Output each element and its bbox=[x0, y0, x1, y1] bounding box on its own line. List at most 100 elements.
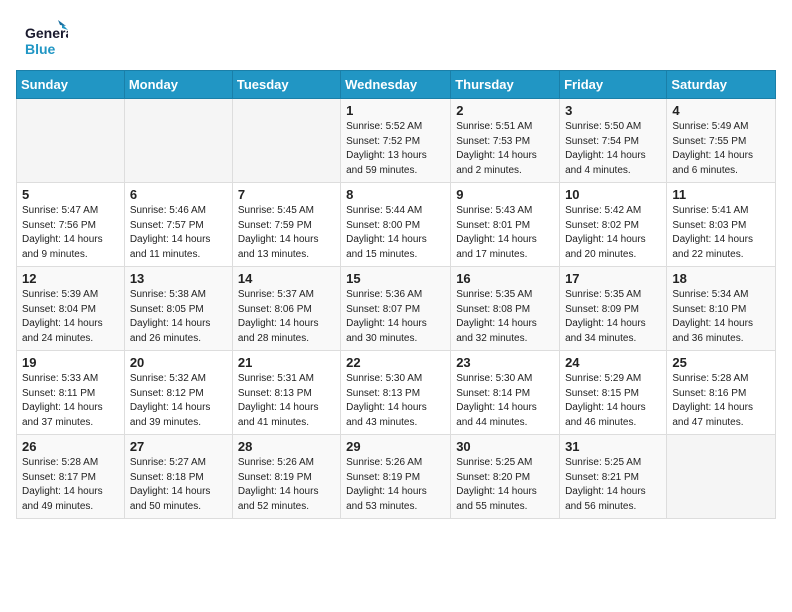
calendar-cell: 15 Sunrise: 5:36 AM Sunset: 8:07 PM Dayli… bbox=[341, 267, 451, 351]
day-info: Sunrise: 5:35 AM Sunset: 8:08 PM Dayligh… bbox=[456, 288, 554, 346]
weekday-header-saturday: Saturday bbox=[667, 71, 776, 99]
day-number: 26 bbox=[22, 439, 119, 454]
day-info: Sunrise: 5:41 AM Sunset: 8:03 PM Dayligh… bbox=[672, 204, 770, 262]
day-info: Sunrise: 5:49 AM Sunset: 7:55 PM Dayligh… bbox=[672, 120, 770, 178]
svg-text:Blue: Blue bbox=[25, 41, 56, 57]
day-number: 27 bbox=[130, 439, 227, 454]
calendar-cell: 31 Sunrise: 5:25 AM Sunset: 8:21 PM Dayli… bbox=[560, 435, 667, 519]
day-number: 8 bbox=[346, 187, 445, 202]
day-info: Sunrise: 5:29 AM Sunset: 8:15 PM Dayligh… bbox=[565, 372, 661, 430]
day-number: 22 bbox=[346, 355, 445, 370]
day-info: Sunrise: 5:31 AM Sunset: 8:13 PM Dayligh… bbox=[238, 372, 335, 430]
weekday-header-tuesday: Tuesday bbox=[232, 71, 340, 99]
calendar-cell: 20Sunrise: 5:32 AM Sunset: 8:12 PM Dayli… bbox=[124, 351, 232, 435]
day-number: 6 bbox=[130, 187, 227, 202]
day-info: Sunrise: 5:52 AM Sunset: 7:52 PM Dayligh… bbox=[346, 120, 445, 178]
day-number: 11 bbox=[672, 187, 770, 202]
day-number: 31 bbox=[565, 439, 661, 454]
day-number: 25 bbox=[672, 355, 770, 370]
day-info: Sunrise: 5:42 AM Sunset: 8:02 PM Dayligh… bbox=[565, 204, 661, 262]
calendar-cell: 5 Sunrise: 5:47 AM Sunset: 7:56 PM Daylig… bbox=[17, 183, 125, 267]
day-number: 18 bbox=[672, 271, 770, 286]
day-info: Sunrise: 5:25 AM Sunset: 8:20 PM Dayligh… bbox=[456, 456, 554, 514]
calendar-cell: 18 Sunrise: 5:34 AM Sunset: 8:10 PM Dayli… bbox=[667, 267, 776, 351]
day-info: Sunrise: 5:38 AM Sunset: 8:05 PM Dayligh… bbox=[130, 288, 227, 346]
calendar-week-row: 5 Sunrise: 5:47 AM Sunset: 7:56 PM Daylig… bbox=[17, 183, 776, 267]
calendar-cell: 30Sunrise: 5:25 AM Sunset: 8:20 PM Dayli… bbox=[451, 435, 560, 519]
logo-svg: General Blue bbox=[24, 18, 68, 62]
calendar-cell: 11 Sunrise: 5:41 AM Sunset: 8:03 PM Dayli… bbox=[667, 183, 776, 267]
calendar-cell: 12Sunrise: 5:39 AM Sunset: 8:04 PM Dayli… bbox=[17, 267, 125, 351]
day-info: Sunrise: 5:50 AM Sunset: 7:54 PM Dayligh… bbox=[565, 120, 661, 178]
calendar-cell: 4 Sunrise: 5:49 AM Sunset: 7:55 PM Daylig… bbox=[667, 99, 776, 183]
logo: General Blue bbox=[24, 18, 68, 62]
day-number: 15 bbox=[346, 271, 445, 286]
calendar-cell: 9Sunrise: 5:43 AM Sunset: 8:01 PM Daylig… bbox=[451, 183, 560, 267]
day-info: Sunrise: 5:45 AM Sunset: 7:59 PM Dayligh… bbox=[238, 204, 335, 262]
calendar-cell: 23 Sunrise: 5:30 AM Sunset: 8:14 PM Dayli… bbox=[451, 351, 560, 435]
page-header: General Blue bbox=[0, 0, 792, 70]
day-number: 5 bbox=[22, 187, 119, 202]
day-info: Sunrise: 5:34 AM Sunset: 8:10 PM Dayligh… bbox=[672, 288, 770, 346]
day-info: Sunrise: 5:33 AM Sunset: 8:11 PM Dayligh… bbox=[22, 372, 119, 430]
day-info: Sunrise: 5:30 AM Sunset: 8:14 PM Dayligh… bbox=[456, 372, 554, 430]
calendar-week-row: 26 Sunrise: 5:28 AM Sunset: 8:17 PM Dayli… bbox=[17, 435, 776, 519]
day-info: Sunrise: 5:25 AM Sunset: 8:21 PM Dayligh… bbox=[565, 456, 661, 514]
day-number: 13 bbox=[130, 271, 227, 286]
day-number: 28 bbox=[238, 439, 335, 454]
calendar-week-row: 12Sunrise: 5:39 AM Sunset: 8:04 PM Dayli… bbox=[17, 267, 776, 351]
calendar-cell: 25Sunrise: 5:28 AM Sunset: 8:16 PM Dayli… bbox=[667, 351, 776, 435]
day-number: 21 bbox=[238, 355, 335, 370]
calendar-container: SundayMondayTuesdayWednesdayThursdayFrid… bbox=[0, 70, 792, 529]
day-number: 29 bbox=[346, 439, 445, 454]
calendar-cell: 3 Sunrise: 5:50 AM Sunset: 7:54 PM Daylig… bbox=[560, 99, 667, 183]
day-info: Sunrise: 5:37 AM Sunset: 8:06 PM Dayligh… bbox=[238, 288, 335, 346]
calendar-cell bbox=[17, 99, 125, 183]
calendar-cell: 8Sunrise: 5:44 AM Sunset: 8:00 PM Daylig… bbox=[341, 183, 451, 267]
calendar-cell bbox=[667, 435, 776, 519]
day-info: Sunrise: 5:28 AM Sunset: 8:17 PM Dayligh… bbox=[22, 456, 119, 514]
calendar-cell: 6 Sunrise: 5:46 AM Sunset: 7:57 PM Daylig… bbox=[124, 183, 232, 267]
day-number: 3 bbox=[565, 103, 661, 118]
calendar-cell: 17Sunrise: 5:35 AM Sunset: 8:09 PM Dayli… bbox=[560, 267, 667, 351]
calendar-cell: 27Sunrise: 5:27 AM Sunset: 8:18 PM Dayli… bbox=[124, 435, 232, 519]
day-info: Sunrise: 5:39 AM Sunset: 8:04 PM Dayligh… bbox=[22, 288, 119, 346]
day-number: 17 bbox=[565, 271, 661, 286]
calendar-cell: 2 Sunrise: 5:51 AM Sunset: 7:53 PM Daylig… bbox=[451, 99, 560, 183]
calendar-cell bbox=[124, 99, 232, 183]
day-number: 16 bbox=[456, 271, 554, 286]
calendar-cell: 21 Sunrise: 5:31 AM Sunset: 8:13 PM Dayli… bbox=[232, 351, 340, 435]
day-info: Sunrise: 5:43 AM Sunset: 8:01 PM Dayligh… bbox=[456, 204, 554, 262]
day-info: Sunrise: 5:51 AM Sunset: 7:53 PM Dayligh… bbox=[456, 120, 554, 178]
weekday-header-sunday: Sunday bbox=[17, 71, 125, 99]
calendar-cell: 28 Sunrise: 5:26 AM Sunset: 8:19 PM Dayli… bbox=[232, 435, 340, 519]
day-number: 4 bbox=[672, 103, 770, 118]
calendar-cell: 19Sunrise: 5:33 AM Sunset: 8:11 PM Dayli… bbox=[17, 351, 125, 435]
day-info: Sunrise: 5:26 AM Sunset: 8:19 PM Dayligh… bbox=[346, 456, 445, 514]
day-number: 2 bbox=[456, 103, 554, 118]
calendar-header: SundayMondayTuesdayWednesdayThursdayFrid… bbox=[17, 71, 776, 99]
day-number: 10 bbox=[565, 187, 661, 202]
calendar-cell: 14 Sunrise: 5:37 AM Sunset: 8:06 PM Dayli… bbox=[232, 267, 340, 351]
day-number: 23 bbox=[456, 355, 554, 370]
calendar-cell: 26 Sunrise: 5:28 AM Sunset: 8:17 PM Dayli… bbox=[17, 435, 125, 519]
calendar-cell: 7Sunrise: 5:45 AM Sunset: 7:59 PM Daylig… bbox=[232, 183, 340, 267]
weekday-header-monday: Monday bbox=[124, 71, 232, 99]
day-number: 24 bbox=[565, 355, 661, 370]
day-info: Sunrise: 5:30 AM Sunset: 8:13 PM Dayligh… bbox=[346, 372, 445, 430]
day-number: 1 bbox=[346, 103, 445, 118]
day-info: Sunrise: 5:36 AM Sunset: 8:07 PM Dayligh… bbox=[346, 288, 445, 346]
calendar-cell: 13 Sunrise: 5:38 AM Sunset: 8:05 PM Dayli… bbox=[124, 267, 232, 351]
weekday-header-friday: Friday bbox=[560, 71, 667, 99]
calendar-cell: 24 Sunrise: 5:29 AM Sunset: 8:15 PM Dayli… bbox=[560, 351, 667, 435]
day-info: Sunrise: 5:47 AM Sunset: 7:56 PM Dayligh… bbox=[22, 204, 119, 262]
day-info: Sunrise: 5:26 AM Sunset: 8:19 PM Dayligh… bbox=[238, 456, 335, 514]
day-number: 14 bbox=[238, 271, 335, 286]
calendar-cell: 22 Sunrise: 5:30 AM Sunset: 8:13 PM Dayli… bbox=[341, 351, 451, 435]
weekday-header-wednesday: Wednesday bbox=[341, 71, 451, 99]
weekday-header-thursday: Thursday bbox=[451, 71, 560, 99]
day-number: 20 bbox=[130, 355, 227, 370]
calendar-cell: 29 Sunrise: 5:26 AM Sunset: 8:19 PM Dayli… bbox=[341, 435, 451, 519]
calendar-week-row: 19Sunrise: 5:33 AM Sunset: 8:11 PM Dayli… bbox=[17, 351, 776, 435]
day-info: Sunrise: 5:46 AM Sunset: 7:57 PM Dayligh… bbox=[130, 204, 227, 262]
